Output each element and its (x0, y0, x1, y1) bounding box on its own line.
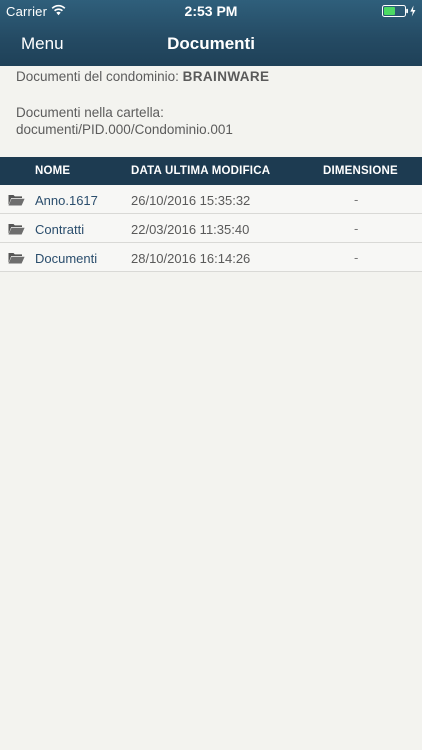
menu-button[interactable]: Menu (21, 34, 64, 54)
row-size: - (354, 221, 359, 236)
status-bar: Carrier 2:53 PM (0, 0, 422, 22)
condominio-name: BRAINWARE (182, 69, 270, 84)
row-size: - (354, 250, 359, 265)
row-date: 26/10/2016 15:35:32 (131, 193, 251, 208)
folder-open-icon (8, 195, 25, 206)
row-date: 22/03/2016 11:35:40 (131, 222, 250, 237)
battery-icon (382, 5, 416, 17)
clock: 2:53 PM (184, 3, 238, 19)
row-name[interactable]: Documenti (35, 251, 97, 266)
folder-open-icon (8, 224, 25, 235)
condominio-line: Documenti del condominio: BRAINWARE (16, 68, 269, 85)
row-date: 28/10/2016 16:14:26 (131, 251, 251, 266)
column-header-name[interactable]: NOME (35, 165, 70, 177)
row-name[interactable]: Contratti (35, 222, 84, 237)
documents-table: NOME DATA ULTIMA MODIFICA DIMENSIONE Ann… (0, 157, 422, 272)
table-row[interactable]: Anno.1617 26/10/2016 15:35:32 - (0, 185, 422, 214)
table-row[interactable]: Documenti 28/10/2016 16:14:26 - (0, 243, 422, 272)
table-header: NOME DATA ULTIMA MODIFICA DIMENSIONE (0, 157, 422, 185)
folder-label: Documenti nella cartella: (16, 105, 164, 120)
row-size: - (354, 192, 359, 207)
column-header-size[interactable]: DIMENSIONE (323, 165, 398, 177)
table-row[interactable]: Contratti 22/03/2016 11:35:40 - (0, 214, 422, 243)
row-name[interactable]: Anno.1617 (35, 193, 98, 208)
header: Carrier 2:53 PM Menu Documenti (0, 0, 422, 66)
condominio-label: Documenti del condominio: (16, 69, 179, 84)
navigation-bar: Menu Documenti (0, 22, 422, 66)
column-header-date[interactable]: DATA ULTIMA MODIFICA (131, 165, 270, 177)
folder-path: documenti/PID.000/Condominio.001 (16, 122, 233, 137)
app-root: Carrier 2:53 PM Menu Documenti Documenti… (0, 0, 422, 750)
folder-open-icon (8, 253, 25, 264)
